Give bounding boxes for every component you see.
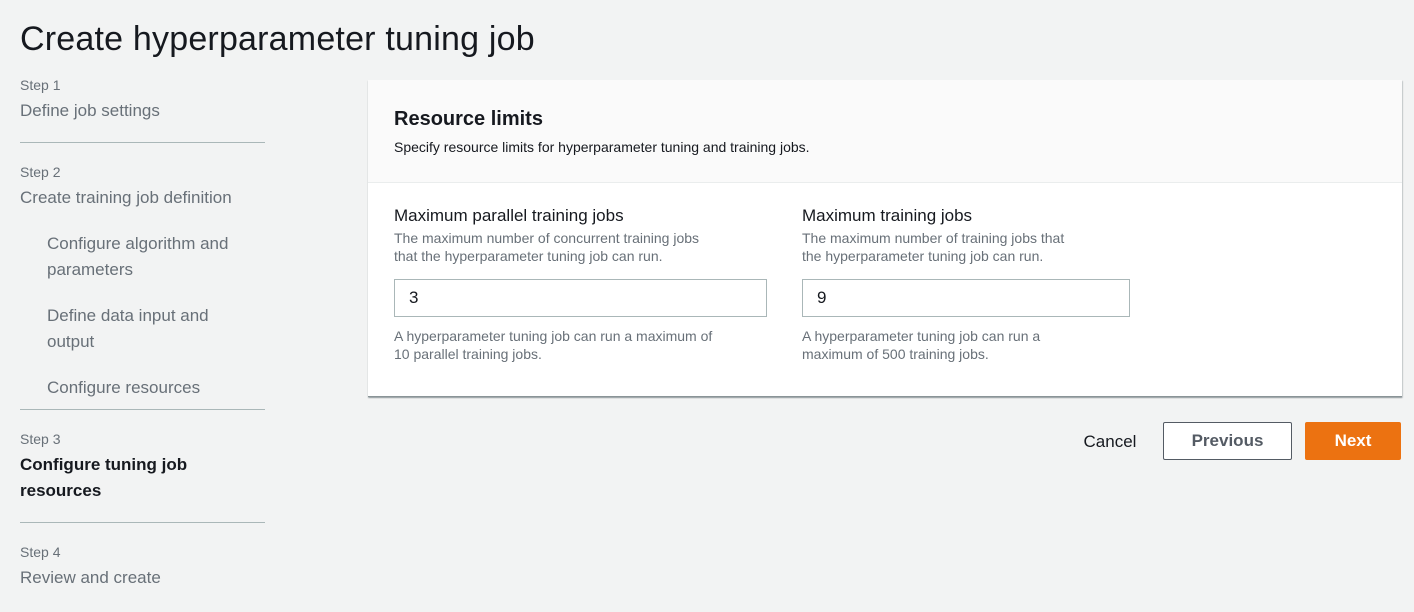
step-title-create-training-job-definition[interactable]: Create training job definition — [20, 185, 265, 211]
wizard-steps-nav: Step 1 Define job settings Step 2 Create… — [20, 76, 265, 591]
field-description: that the hyperparameter tuning job can r… — [394, 248, 663, 264]
field-label: Maximum training jobs — [802, 206, 973, 225]
next-button[interactable]: Next — [1305, 422, 1401, 460]
wizard-step-1[interactable]: Step 1 Define job settings — [20, 76, 265, 142]
cancel-button[interactable]: Cancel — [1072, 424, 1148, 460]
field-label: Maximum parallel training jobs — [394, 206, 624, 225]
field-hint: maximum of 500 training jobs. — [802, 346, 989, 362]
page-title: Create hyperparameter tuning job — [20, 20, 535, 58]
resource-limits-panel: Resource limits Specify resource limits … — [368, 80, 1402, 397]
substep-label: Configure algorithm and — [47, 234, 229, 253]
max-training-jobs-input[interactable] — [802, 279, 1130, 317]
step-number: Step 3 — [20, 431, 61, 447]
max-parallel-jobs-field: Maximum parallel training jobs The maxim… — [394, 205, 767, 363]
field-hint: 10 parallel training jobs. — [394, 346, 542, 362]
wizard-step-3: Step 3 Configure tuning job resources — [20, 410, 265, 522]
substep-label: Define data input and — [47, 306, 209, 325]
panel-title: Resource limits — [394, 108, 543, 130]
field-hint: A hyperparameter tuning job can run a ma… — [394, 328, 713, 344]
substep-label: output — [47, 332, 95, 351]
step-number: Step 4 — [20, 544, 61, 560]
field-description: the hyperparameter tuning job can run. — [802, 248, 1044, 264]
substep-label: parameters — [47, 260, 133, 279]
step-number: Step 1 — [20, 77, 61, 93]
step-title-review-and-create[interactable]: Review and create — [20, 565, 265, 591]
step-title-line2: resources — [20, 481, 102, 500]
substep-label: Configure resources — [47, 378, 201, 397]
field-description: The maximum number of training jobs that — [802, 230, 1065, 246]
previous-button[interactable]: Previous — [1163, 422, 1292, 460]
substep-configure-resources[interactable]: Configure resources — [20, 375, 265, 401]
substep-configure-algorithm[interactable]: Configure algorithm and parameters — [20, 231, 265, 283]
wizard-step-4[interactable]: Step 4 Review and create — [20, 523, 265, 591]
step-number: Step 2 — [20, 164, 61, 180]
step-title-configure-tuning-job-resources: Configure tuning job — [20, 455, 188, 474]
max-training-jobs-field: Maximum training jobs The maximum number… — [802, 205, 1130, 363]
wizard-step-2[interactable]: Step 2 Create training job definition Co… — [20, 143, 265, 409]
panel-description: Specify resource limits for hyperparamet… — [394, 139, 810, 155]
max-parallel-jobs-input[interactable] — [394, 279, 767, 317]
panel-header: Resource limits Specify resource limits … — [368, 80, 1402, 183]
step-title-define-job-settings[interactable]: Define job settings — [20, 98, 265, 124]
substep-define-data[interactable]: Define data input and output — [20, 303, 265, 355]
field-description: The maximum number of concurrent trainin… — [394, 230, 700, 246]
field-hint: A hyperparameter tuning job can run a — [802, 328, 1041, 344]
